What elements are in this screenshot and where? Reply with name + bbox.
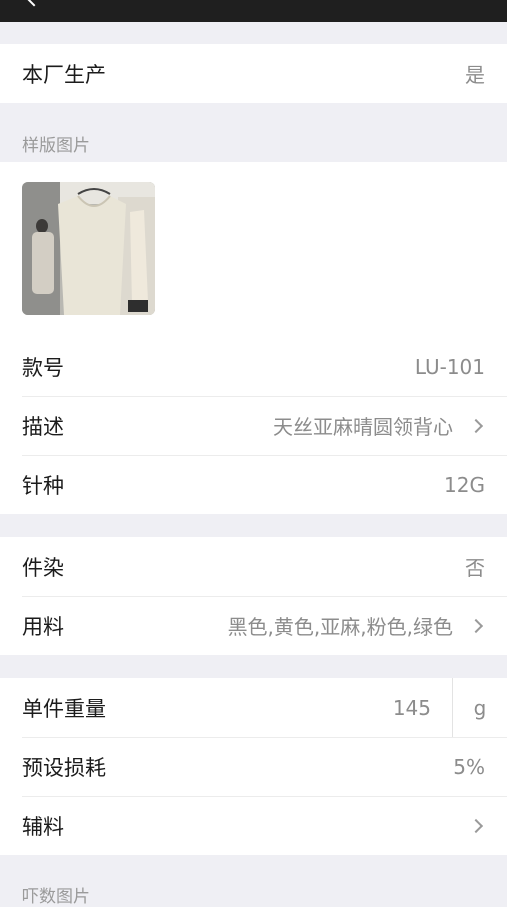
sample-photo[interactable] <box>22 182 155 315</box>
preset-loss-value: 5% <box>453 754 485 779</box>
gauge-value: 12G <box>444 472 485 497</box>
in-house-label: 本厂生产 <box>22 62 106 87</box>
in-house-row[interactable]: 本厂生产 是 <box>0 44 507 103</box>
weight-section: 单件重量 145 g 预设损耗 5% 辅料 <box>0 678 507 855</box>
unit-weight-label: 单件重量 <box>22 696 106 721</box>
piece-dye-value: 否 <box>465 556 485 580</box>
unit-weight-row[interactable]: 单件重量 145 g <box>0 678 507 737</box>
sample-section: 款号 LU-101 描述 天丝亚麻晴圆领背心 针种 12G <box>0 162 507 514</box>
chevron-right-icon <box>468 418 484 433</box>
piece-dye-label: 件染 <box>22 555 64 580</box>
accessories-label: 辅料 <box>22 814 64 839</box>
description-value: 天丝亚麻晴圆领背心 <box>273 415 453 439</box>
in-house-section: 本厂生产 是 <box>0 44 507 103</box>
weight-unit: g <box>452 678 507 737</box>
preset-loss-row[interactable]: 预设损耗 5% <box>0 737 507 796</box>
dye-material-section: 件染 否 用料 黑色,黄色,亚麻,粉色,绿色 <box>0 537 507 655</box>
preset-loss-label: 预设损耗 <box>22 755 106 780</box>
top-nav-bar <box>0 0 507 22</box>
gauge-label: 针种 <box>22 473 64 498</box>
piece-dye-row[interactable]: 件染 否 <box>0 537 507 596</box>
back-icon[interactable] <box>25 0 43 7</box>
gauge-row[interactable]: 针种 12G <box>0 455 507 514</box>
sample-images-title: 样版图片 <box>22 136 90 156</box>
in-house-value: 是 <box>465 63 485 87</box>
description-row[interactable]: 描述 天丝亚麻晴圆领背心 <box>0 396 507 455</box>
style-no-row[interactable]: 款号 LU-101 <box>0 337 507 396</box>
material-row[interactable]: 用料 黑色,黄色,亚麻,粉色,绿色 <box>0 596 507 655</box>
unit-weight-input[interactable]: 145 <box>393 696 431 720</box>
sample-photo-area <box>0 162 507 337</box>
style-no-label: 款号 <box>22 355 64 380</box>
accessories-row[interactable]: 辅料 <box>0 796 507 855</box>
material-value: 黑色,黄色,亚麻,粉色,绿色 <box>227 615 453 639</box>
garment-photo-icon <box>22 182 155 315</box>
chevron-right-icon <box>468 618 484 633</box>
description-label: 描述 <box>22 414 64 439</box>
size-images-title: 吓数图片 <box>22 887 90 907</box>
style-no-value: LU-101 <box>414 354 485 379</box>
chevron-right-icon <box>468 818 484 833</box>
material-label: 用料 <box>22 614 64 639</box>
